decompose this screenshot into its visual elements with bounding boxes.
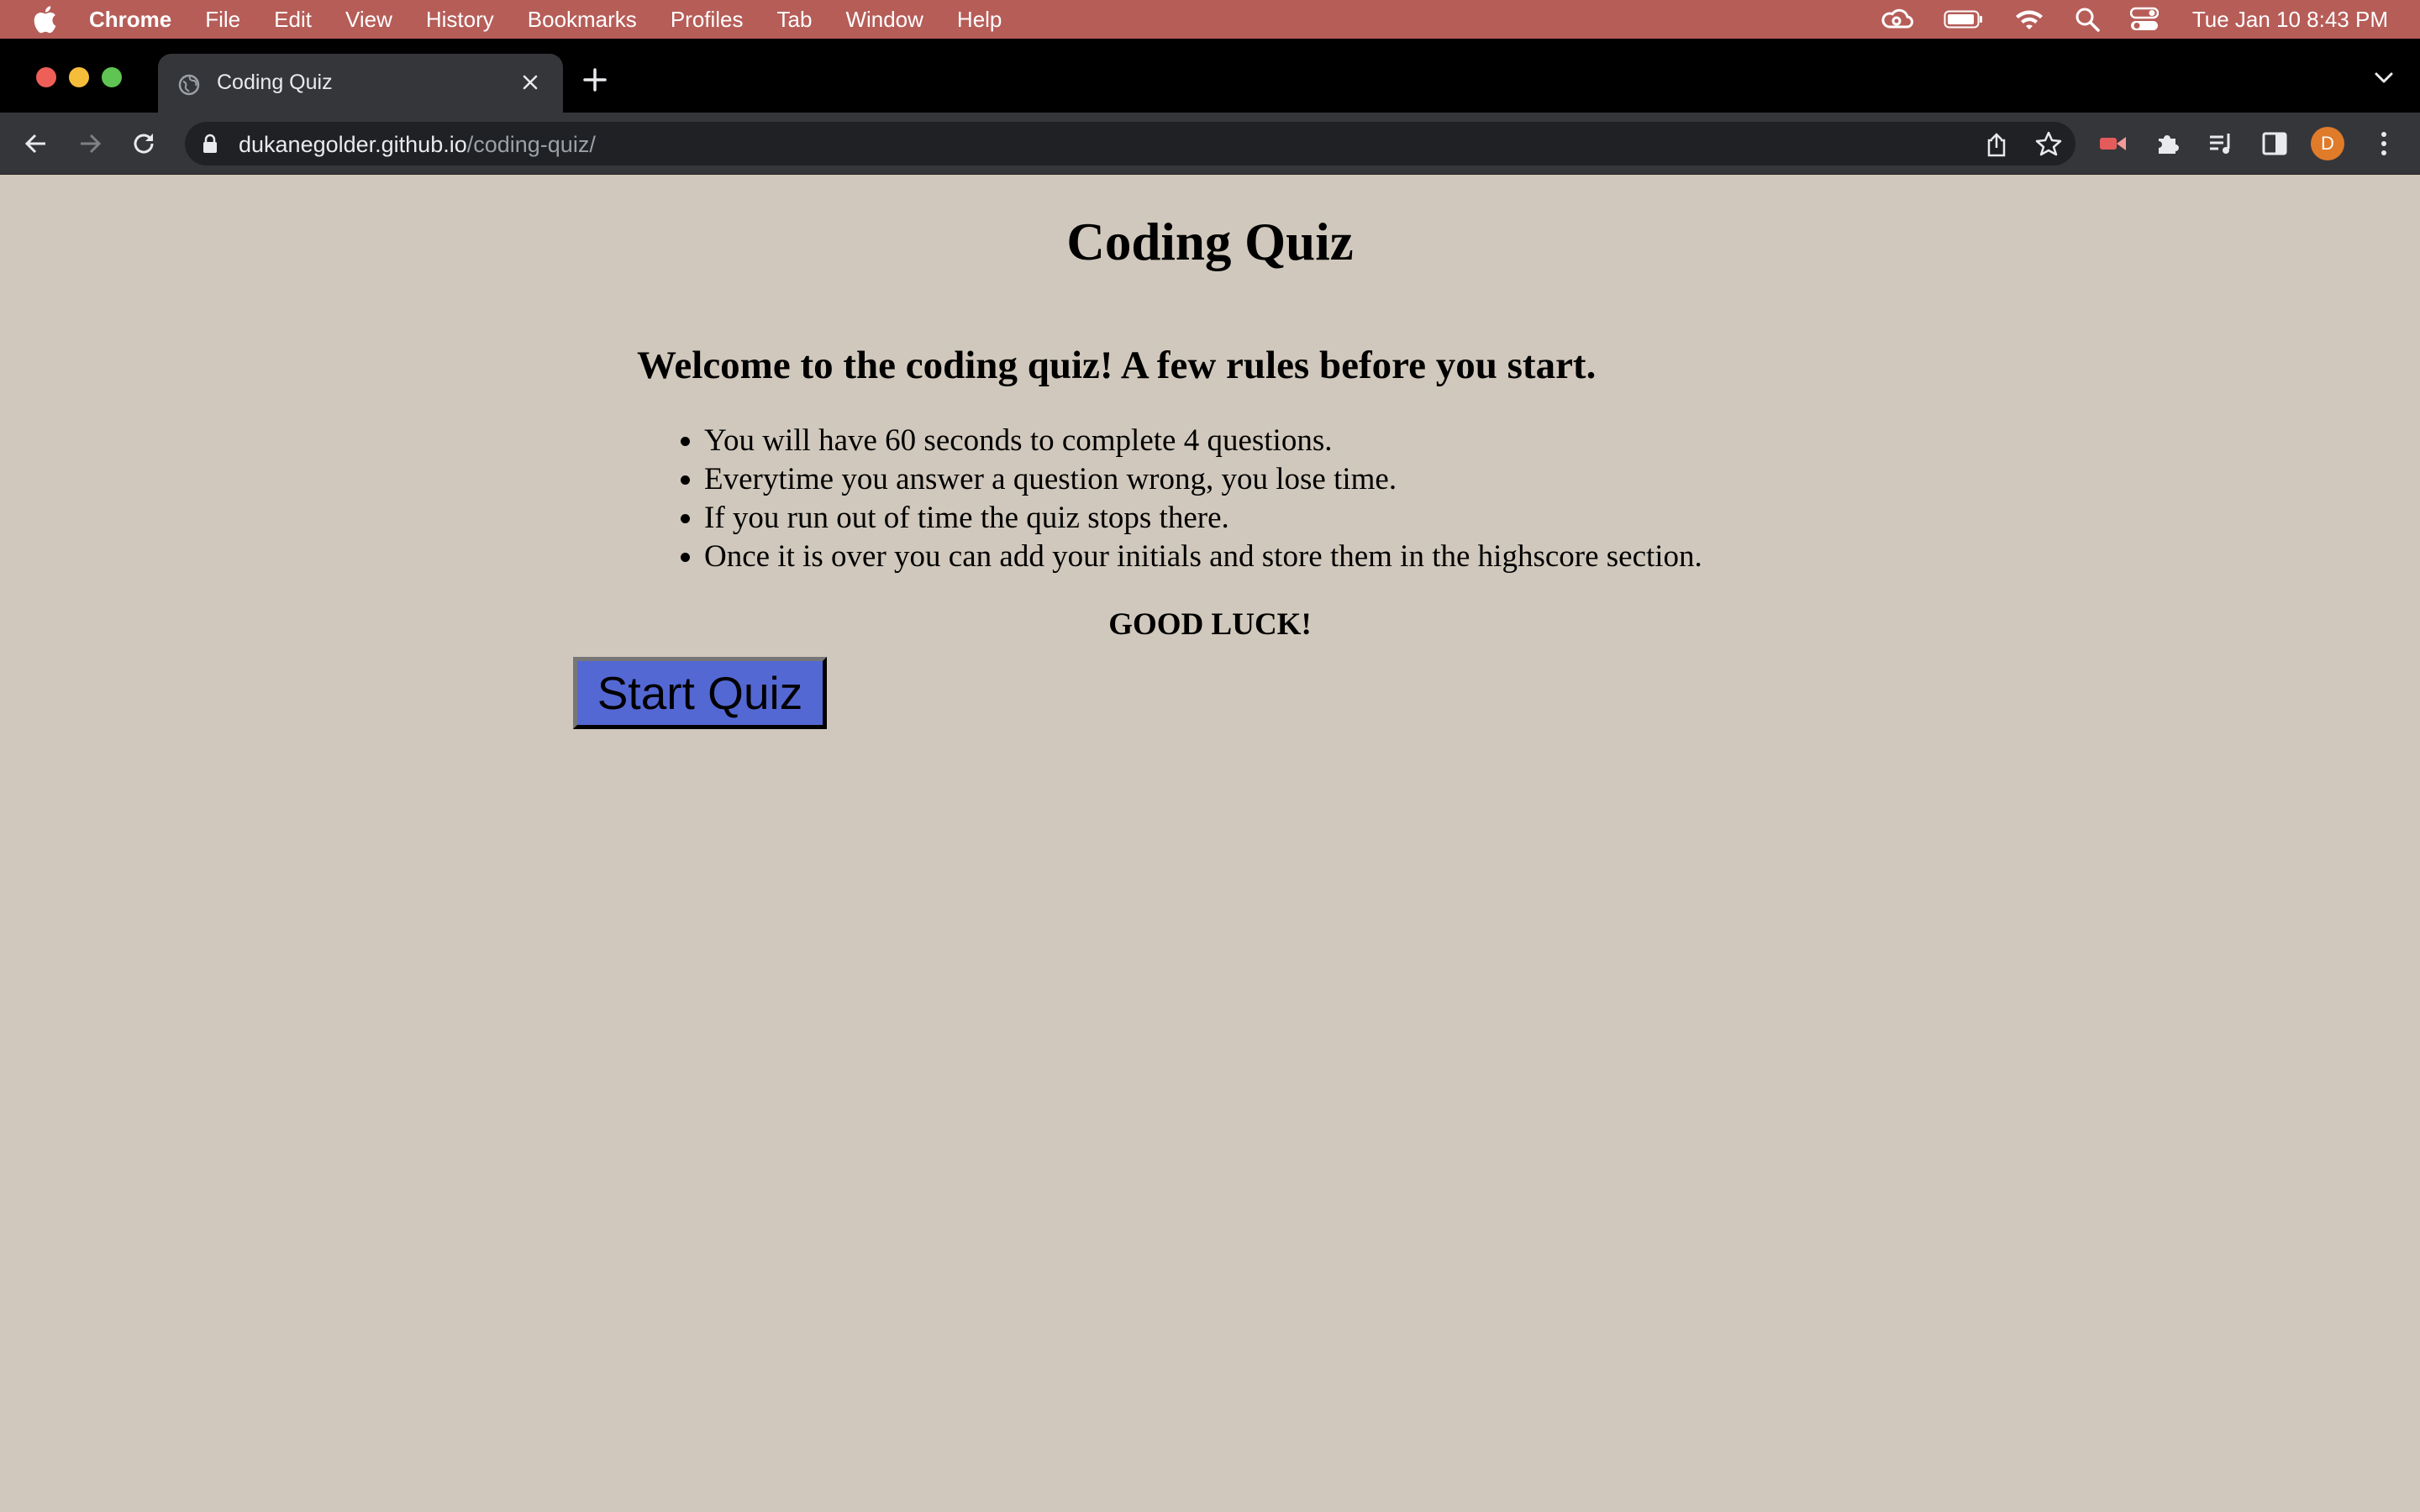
address-bar[interactable]: dukanegolder.github.io/coding-quiz/ bbox=[185, 122, 2075, 165]
rule-item: You will have 60 seconds to complete 4 q… bbox=[704, 422, 1702, 460]
rule-item: If you run out of time the quiz stops th… bbox=[704, 499, 1702, 538]
new-tab-plus-icon[interactable] bbox=[581, 66, 609, 98]
window-close-button[interactable] bbox=[36, 67, 56, 87]
rules-list: You will have 60 seconds to complete 4 q… bbox=[704, 422, 1702, 576]
media-playlist-icon[interactable] bbox=[2205, 128, 2237, 160]
web-page-content: Coding Quiz Welcome to the coding quiz! … bbox=[0, 175, 2420, 1512]
rule-item: Everytime you answer a question wrong, y… bbox=[704, 460, 1702, 499]
forward-arrow-icon[interactable] bbox=[74, 128, 106, 160]
window-zoom-button[interactable] bbox=[102, 67, 122, 87]
tab-title: Coding Quiz bbox=[217, 71, 333, 94]
profile-avatar[interactable]: D bbox=[2311, 127, 2344, 160]
menu-bookmarks[interactable]: Bookmarks bbox=[528, 7, 637, 33]
side-panel-icon[interactable] bbox=[2259, 128, 2291, 160]
menu-profiles[interactable]: Profiles bbox=[671, 7, 744, 33]
browser-toolbar: dukanegolder.github.io/coding-quiz/ D bbox=[0, 113, 2420, 175]
welcome-heading: Welcome to the coding quiz! A few rules … bbox=[637, 344, 1597, 387]
menu-app-name[interactable]: Chrome bbox=[89, 7, 171, 33]
tab-search-chevron-icon[interactable] bbox=[2373, 71, 2395, 90]
globe-icon bbox=[178, 74, 200, 100]
lock-icon[interactable] bbox=[202, 134, 218, 158]
browser-tab-strip: Coding Quiz bbox=[0, 39, 2420, 113]
menu-history[interactable]: History bbox=[426, 7, 494, 33]
wifi-icon[interactable] bbox=[2014, 8, 2044, 31]
menu-bar-clock[interactable]: Tue Jan 10 8:43 PM bbox=[2192, 7, 2388, 33]
url-path: /coding-quiz/ bbox=[466, 132, 596, 157]
url-host: dukanegolder.github.io bbox=[239, 132, 467, 157]
menu-file[interactable]: File bbox=[205, 7, 240, 33]
start-quiz-button[interactable]: Start Quiz bbox=[573, 657, 827, 729]
screen-recorder-extension-icon[interactable] bbox=[2097, 128, 2129, 160]
menu-view[interactable]: View bbox=[345, 7, 392, 33]
good-luck-text: GOOD LUCK! bbox=[1108, 607, 1312, 642]
apple-menu-icon[interactable] bbox=[30, 3, 59, 36]
reload-icon[interactable] bbox=[128, 128, 160, 160]
creative-cloud-icon[interactable] bbox=[1880, 7, 1913, 32]
menu-edit[interactable]: Edit bbox=[274, 7, 312, 33]
browser-tab-active[interactable]: Coding Quiz bbox=[158, 54, 563, 113]
address-url[interactable]: dukanegolder.github.io/coding-quiz/ bbox=[239, 132, 596, 158]
bookmark-star-icon[interactable] bbox=[2035, 130, 2062, 161]
window-minimize-button[interactable] bbox=[69, 67, 89, 87]
rule-item: Once it is over you can add your initial… bbox=[704, 538, 1702, 576]
macos-menu-bar: Chrome File Edit View History Bookmarks … bbox=[0, 0, 2420, 39]
extensions-puzzle-icon[interactable] bbox=[2151, 128, 2183, 160]
chrome-menu-kebab-icon[interactable] bbox=[2368, 128, 2400, 160]
menu-window[interactable]: Window bbox=[845, 7, 923, 33]
battery-icon[interactable] bbox=[1944, 9, 1984, 29]
back-arrow-icon[interactable] bbox=[20, 128, 52, 160]
tab-close-icon[interactable] bbox=[519, 71, 541, 97]
page-title: Coding Quiz bbox=[1066, 213, 1354, 271]
share-icon[interactable] bbox=[1985, 132, 2008, 161]
menu-help[interactable]: Help bbox=[957, 7, 1002, 33]
spotlight-search-icon[interactable] bbox=[2075, 7, 2100, 32]
control-center-icon[interactable] bbox=[2129, 7, 2159, 32]
menu-tab[interactable]: Tab bbox=[777, 7, 813, 33]
